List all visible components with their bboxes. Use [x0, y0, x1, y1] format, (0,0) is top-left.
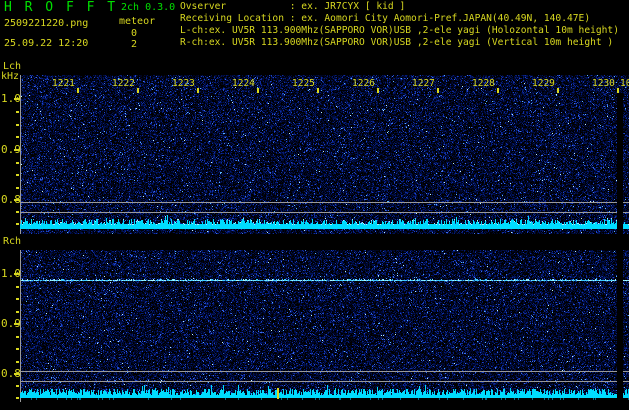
freq-tick	[16, 348, 19, 350]
rch-freq-label-1_0: 1.0	[1, 267, 21, 280]
freq-tick	[16, 385, 19, 387]
freq-tick	[16, 174, 19, 176]
lch-freq-label-1_0: 1.0	[1, 92, 21, 105]
freq-tick	[16, 223, 19, 225]
time-label-1221: 1221	[52, 78, 75, 89]
lch-freq-label-0_8: 0.8	[1, 193, 21, 206]
freq-tick	[16, 311, 19, 313]
time-label-1225: 1225	[292, 78, 315, 89]
time-label-1229: 1229	[532, 78, 555, 89]
time-label-1228: 1228	[472, 78, 495, 89]
freq-tick	[16, 286, 19, 288]
location-line: Receiving Location : ex. Aomori City Aom…	[180, 13, 591, 24]
freq-tick	[16, 298, 19, 300]
freq-tick	[16, 111, 19, 113]
freq-tick	[16, 124, 19, 126]
lch-freq-unit: kHz	[1, 71, 20, 82]
time-label-1223: 1223	[172, 78, 195, 89]
freq-tick	[16, 336, 19, 338]
rch-spectrogram	[20, 250, 629, 402]
app-version: 2ch 0.3.0	[121, 2, 176, 13]
meteor-count-top: 0	[131, 28, 138, 39]
time-label-1227: 1227	[412, 78, 435, 89]
lch-freq-label-0_9: 0.9	[1, 143, 21, 156]
app-title: H R O F F T	[4, 0, 118, 15]
rch-rx-line: R-ch:ex. UV5R 113.900Mhz(SAPPORO VOR)USB…	[180, 37, 614, 48]
meteor-count-bottom: 2	[131, 39, 138, 50]
time-label-partial: 10	[620, 78, 629, 89]
freq-tick	[16, 162, 19, 164]
freq-tick	[16, 136, 19, 138]
time-label-1226: 1226	[352, 78, 375, 89]
time-label-1230: 1230	[592, 78, 615, 89]
freq-tick	[16, 361, 19, 363]
time-label-1222: 1222	[112, 78, 135, 89]
filename-label: 2509221220.png	[4, 18, 89, 29]
freq-tick	[16, 211, 19, 213]
hrofft-window: H R O F F T 2ch 0.3.0 2509221220.png met…	[0, 0, 629, 410]
time-label-1224: 1224	[232, 78, 255, 89]
rch-freq-label-0_8: 0.8	[1, 367, 21, 380]
freq-tick	[16, 187, 19, 189]
datetime-label: 25.09.22 12:20	[4, 38, 89, 49]
lch-spectrogram	[20, 75, 629, 234]
observer-line: Ovserver : ex. JR7CYX [ kid ]	[180, 1, 406, 12]
mode-label: meteor	[119, 16, 156, 27]
freq-tick	[16, 397, 19, 399]
lch-rx-line: L-ch:ex. UV5R 113.900Mhz(SAPPORO VOR)USB…	[180, 25, 619, 36]
rch-channel-label: Rch	[3, 236, 22, 247]
rch-freq-label-0_9: 0.9	[1, 317, 21, 330]
